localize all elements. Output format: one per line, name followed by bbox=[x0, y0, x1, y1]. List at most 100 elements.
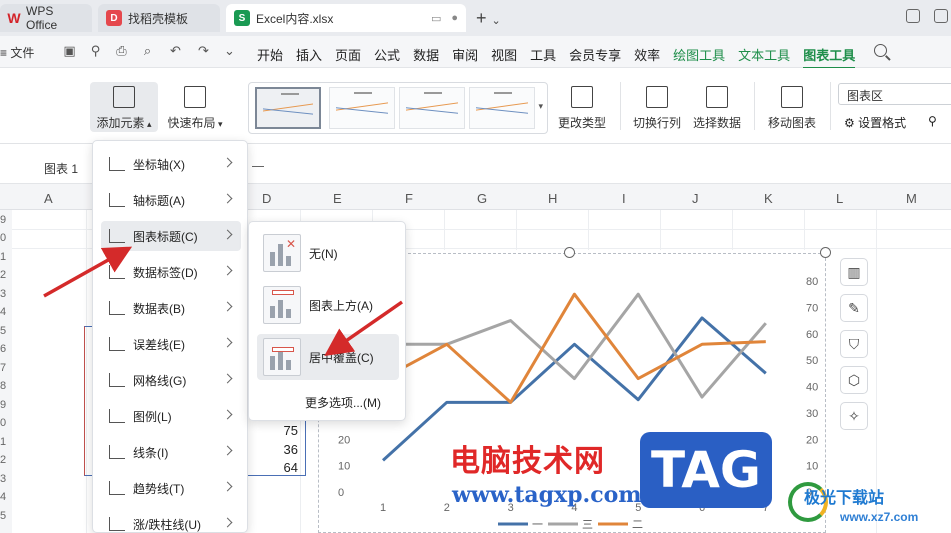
menu-member[interactable]: 会员专享 bbox=[569, 45, 621, 69]
print-icon[interactable]: ⎙ bbox=[114, 44, 129, 58]
chart-area-select[interactable]: 图表区 bbox=[838, 83, 951, 105]
tab-template[interactable]: D 找稻壳模板 bbox=[98, 4, 220, 32]
menu-item-chart-title[interactable]: 图表标题(C) bbox=[101, 221, 241, 251]
menu-item-data-table[interactable]: 数据表(B) bbox=[101, 293, 241, 323]
cell-value[interactable]: 36 bbox=[258, 442, 298, 457]
row-number[interactable]: 9 bbox=[0, 214, 6, 226]
quick-layout-button[interactable]: 快速布局 ▾ bbox=[164, 82, 226, 131]
menu-item-trendline[interactable]: 趋势线(T) bbox=[101, 473, 241, 503]
chart-style-thumb[interactable] bbox=[329, 87, 395, 129]
col-j[interactable]: J bbox=[692, 191, 699, 206]
menu-review[interactable]: 审阅 bbox=[452, 45, 478, 69]
col-h[interactable]: H bbox=[548, 191, 557, 206]
row-number[interactable]: 2 bbox=[0, 269, 6, 281]
col-k[interactable]: K bbox=[764, 191, 773, 206]
col-m[interactable]: M bbox=[906, 191, 917, 206]
menu-page[interactable]: 页面 bbox=[335, 45, 361, 69]
row-number[interactable]: 4 bbox=[0, 306, 6, 318]
row-number[interactable]: 8 bbox=[0, 380, 6, 392]
row-number[interactable]: 0 bbox=[0, 232, 6, 244]
switch-row-col-button[interactable]: 切换行列 bbox=[630, 82, 684, 131]
menu-item-axis[interactable]: 坐标轴(X) bbox=[101, 149, 241, 179]
menu-item-gridlines[interactable]: 网格线(G) bbox=[101, 365, 241, 395]
name-box[interactable]: 图表 1 bbox=[44, 160, 78, 177]
row-number[interactable]: 0 bbox=[0, 417, 6, 429]
row-number[interactable]: 1 bbox=[0, 436, 6, 448]
row-number[interactable]: 9 bbox=[0, 399, 6, 411]
more-chevron-icon[interactable]: ⌄ bbox=[222, 44, 237, 58]
col-e[interactable]: E bbox=[333, 191, 342, 206]
menu-insert[interactable]: 插入 bbox=[296, 45, 322, 69]
submenu-item-none[interactable]: ✕ 无(N) bbox=[257, 230, 399, 276]
resize-handle[interactable] bbox=[820, 247, 831, 258]
col-g[interactable]: G bbox=[477, 191, 487, 206]
row-number[interactable]: 2 bbox=[0, 454, 6, 466]
menu-item-error-bars[interactable]: 误差线(E) bbox=[101, 329, 241, 359]
redo-icon[interactable]: ↷ bbox=[196, 44, 211, 58]
monitor-icon[interactable]: ▭ bbox=[431, 12, 441, 25]
watermark-tag-logo: TAG bbox=[640, 432, 772, 508]
file-menu[interactable]: ≡ 文件 bbox=[0, 44, 34, 61]
preview-icon[interactable]: ⌕ bbox=[140, 44, 155, 58]
menu-tools[interactable]: 工具 bbox=[530, 45, 556, 69]
gallery-expand-icon[interactable]: ▾ bbox=[538, 101, 543, 112]
menu-item-axis-title[interactable]: 轴标题(A) bbox=[101, 185, 241, 215]
new-tab-plus-icon[interactable]: + ⌄ bbox=[476, 8, 501, 29]
row-number[interactable]: 3 bbox=[0, 473, 6, 485]
menu-item-up-down-bars[interactable]: 涨/跌柱线(U) bbox=[101, 509, 241, 533]
share-icon[interactable]: ⚲ bbox=[88, 44, 103, 58]
row-number[interactable]: 3 bbox=[0, 288, 6, 300]
chart-style-thumb[interactable] bbox=[469, 87, 535, 129]
change-type-button[interactable]: 更改类型 bbox=[556, 82, 608, 131]
submenu-item-above-chart[interactable]: 图表上方(A) bbox=[257, 282, 399, 328]
save-icon[interactable]: ▣ bbox=[62, 44, 77, 58]
menu-home[interactable]: 开始 bbox=[257, 45, 283, 69]
menu-formula[interactable]: 公式 bbox=[374, 45, 400, 69]
submenu-more-options[interactable]: 更多选项...(M) bbox=[305, 394, 381, 411]
col-a[interactable]: A bbox=[44, 191, 53, 206]
col-d[interactable]: D bbox=[262, 191, 271, 206]
undo-icon[interactable]: ↶ bbox=[168, 44, 183, 58]
col-f[interactable]: F bbox=[405, 191, 413, 206]
menu-data[interactable]: 数据 bbox=[413, 45, 439, 69]
row-number[interactable]: 5 bbox=[0, 510, 6, 522]
chart-style-thumb[interactable] bbox=[255, 87, 321, 129]
spreadsheet-icon: S bbox=[234, 10, 250, 26]
menu-drawing-tools[interactable]: 绘图工具 bbox=[673, 45, 725, 69]
row-number[interactable]: 4 bbox=[0, 491, 6, 503]
cell-value[interactable]: 75 bbox=[258, 423, 298, 438]
menu-chart-tools[interactable]: 图表工具 bbox=[803, 45, 855, 69]
chart-magic-icon[interactable]: ✧ bbox=[840, 402, 868, 430]
menu-efficiency[interactable]: 效率 bbox=[634, 45, 660, 69]
tab-wps-office[interactable]: W WPS Office bbox=[0, 4, 92, 32]
window-layout-icon[interactable] bbox=[906, 9, 920, 23]
add-element-button[interactable]: 添加元素 ▴ bbox=[90, 82, 158, 132]
submenu-item-centered-overlay[interactable]: 居中覆盖(C) bbox=[257, 334, 399, 380]
menu-item-lines[interactable]: 线条(I) bbox=[101, 437, 241, 467]
row-number[interactable]: 6 bbox=[0, 343, 6, 355]
col-l[interactable]: L bbox=[836, 191, 843, 206]
menu-view[interactable]: 视图 bbox=[491, 45, 517, 69]
tab-excel-file[interactable]: S Excel内容.xlsx ▭ ● bbox=[226, 4, 466, 32]
cell-value[interactable]: 64 bbox=[258, 460, 298, 475]
chart-style-brush-icon[interactable]: ✎ bbox=[840, 294, 868, 322]
search-icon[interactable] bbox=[874, 44, 887, 57]
col-i[interactable]: I bbox=[622, 191, 626, 206]
set-format-button[interactable]: ⚙ 设置格式 bbox=[844, 114, 906, 131]
reset-icon[interactable]: ⚲ bbox=[928, 114, 937, 128]
resize-handle[interactable] bbox=[564, 247, 575, 258]
chart-filter-icon[interactable]: ⛉ bbox=[840, 330, 868, 358]
select-data-button[interactable]: 选择数据 bbox=[690, 82, 744, 131]
chart-style-thumb[interactable] bbox=[399, 87, 465, 129]
window-restore-icon[interactable] bbox=[934, 9, 948, 23]
row-number[interactable]: 5 bbox=[0, 325, 6, 337]
move-chart-button[interactable]: 移动图表 bbox=[764, 82, 820, 131]
chart-settings-icon[interactable]: ⬡ bbox=[840, 366, 868, 394]
menu-text-tools[interactable]: 文本工具 bbox=[738, 45, 790, 69]
row-number[interactable]: 1 bbox=[0, 251, 6, 263]
menu-item-legend[interactable]: 图例(L) bbox=[101, 401, 241, 431]
dot-icon[interactable]: ● bbox=[451, 12, 458, 25]
menu-item-data-labels[interactable]: 数据标签(D) bbox=[101, 257, 241, 287]
chart-elements-icon[interactable]: ▥ bbox=[840, 258, 868, 286]
row-number[interactable]: 7 bbox=[0, 362, 6, 374]
